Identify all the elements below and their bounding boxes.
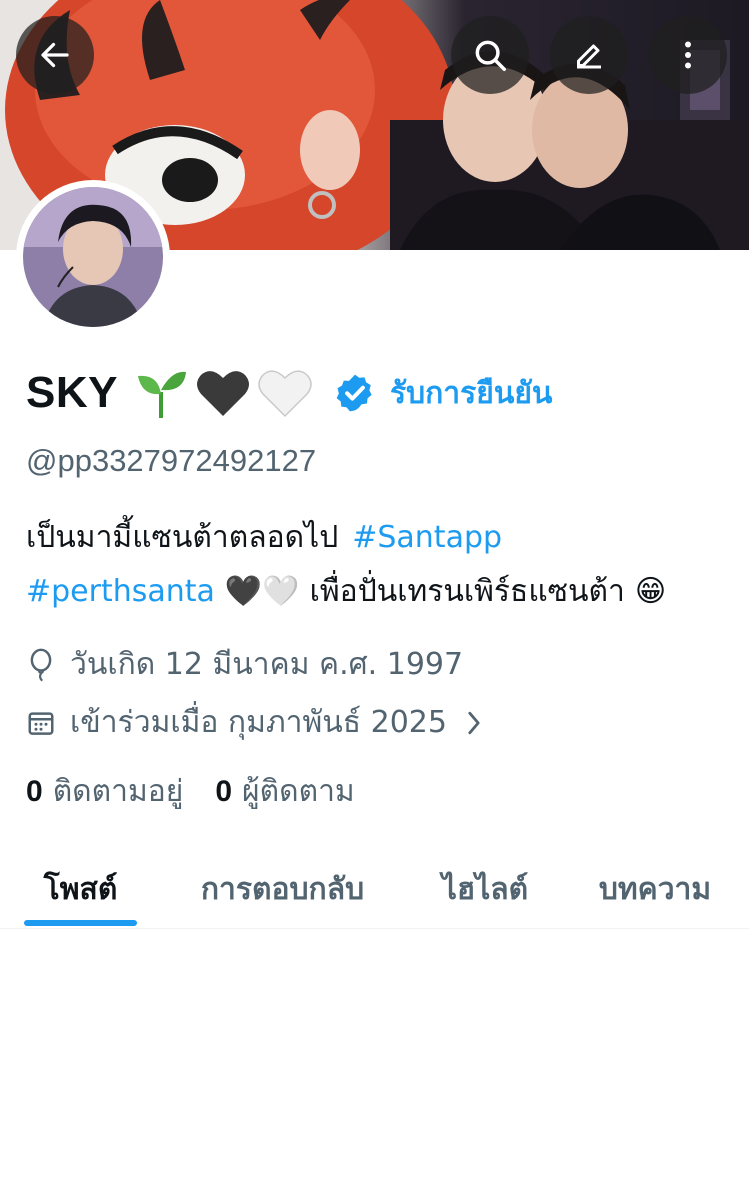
edit-button[interactable] xyxy=(550,16,628,94)
search-button[interactable] xyxy=(451,16,529,94)
tab-articles[interactable]: บทความ xyxy=(575,850,735,928)
chevron-right-icon xyxy=(468,711,480,734)
calendar-icon xyxy=(28,711,54,735)
back-button[interactable] xyxy=(16,16,94,94)
following-count: 0 xyxy=(26,774,43,808)
following-link[interactable]: 0 ติดตามอยู่ xyxy=(26,768,183,815)
bio-hearts-emoji: 🖤🤍 xyxy=(224,574,300,609)
seedling-emoji-icon xyxy=(137,371,186,418)
profile-name-row: SKY รับการยืนยัน xyxy=(26,360,552,426)
active-tab-indicator xyxy=(24,920,137,926)
avatar[interactable] xyxy=(16,180,170,334)
tab-highlights[interactable]: ไฮไลต์ xyxy=(415,850,555,928)
bio-grin-emoji: 😁 xyxy=(634,574,667,609)
more-vertical-icon xyxy=(685,41,691,69)
following-label: ติดตามอยู่ xyxy=(52,774,184,809)
profile-tabs: โพสต์ การตอบกลับ ไฮไลต์ บทความ xyxy=(0,850,749,929)
birthday-text: วันเกิด 12 มีนาคม ค.ศ. 1997 xyxy=(70,647,464,682)
get-verified-link[interactable]: รับการยืนยัน xyxy=(390,370,552,417)
search-icon xyxy=(475,40,506,71)
joined-row[interactable]: เข้าร่วมเมื่อ กุมภาพันธ์ 2025 xyxy=(26,699,485,746)
bio-text: เป็นมามี้แซนต้าตลอดไป xyxy=(26,520,339,555)
follow-stats: 0 ติดตามอยู่ 0 ผู้ติดตาม xyxy=(26,768,355,815)
bio-line-1: เป็นมามี้แซนต้าตลอดไป #Santapp xyxy=(26,514,502,561)
black-heart-emoji-icon xyxy=(196,371,249,416)
joined-text: เข้าร่วมเมื่อ กุมภาพันธ์ 2025 xyxy=(70,705,447,740)
birthday-row: วันเกิด 12 มีนาคม ค.ศ. 1997 xyxy=(26,641,463,688)
balloon-icon xyxy=(30,648,52,682)
verified-check-icon xyxy=(336,374,372,412)
pencil-icon xyxy=(577,44,601,69)
tab-posts[interactable]: โพสต์ xyxy=(14,850,147,928)
verified-badge[interactable] xyxy=(334,372,376,414)
bio-text: เพื่อปั่นเทรนเพิร์ธแซนต้า xyxy=(309,574,625,609)
profile-handle: @pp3327972492127 xyxy=(26,443,317,478)
white-heart-emoji-icon xyxy=(258,370,312,418)
arrow-left-icon xyxy=(41,42,69,68)
name-emojis xyxy=(132,364,314,422)
followers-count: 0 xyxy=(215,774,233,808)
bio-line-2: #perthsanta 🖤🤍 เพื่อปั่นเทรนเพิร์ธแซนต้า… xyxy=(26,568,666,615)
display-name: SKY xyxy=(26,368,118,417)
more-button[interactable] xyxy=(649,16,727,94)
tab-replies[interactable]: การตอบกลับ xyxy=(170,850,395,928)
hashtag-link[interactable]: #Santapp xyxy=(352,520,502,555)
hashtag-link[interactable]: #perthsanta xyxy=(26,574,215,609)
avatar-image xyxy=(23,187,163,327)
followers-link[interactable]: 0 ผู้ติดตาม xyxy=(215,768,354,815)
followers-label: ผู้ติดตาม xyxy=(242,774,355,809)
